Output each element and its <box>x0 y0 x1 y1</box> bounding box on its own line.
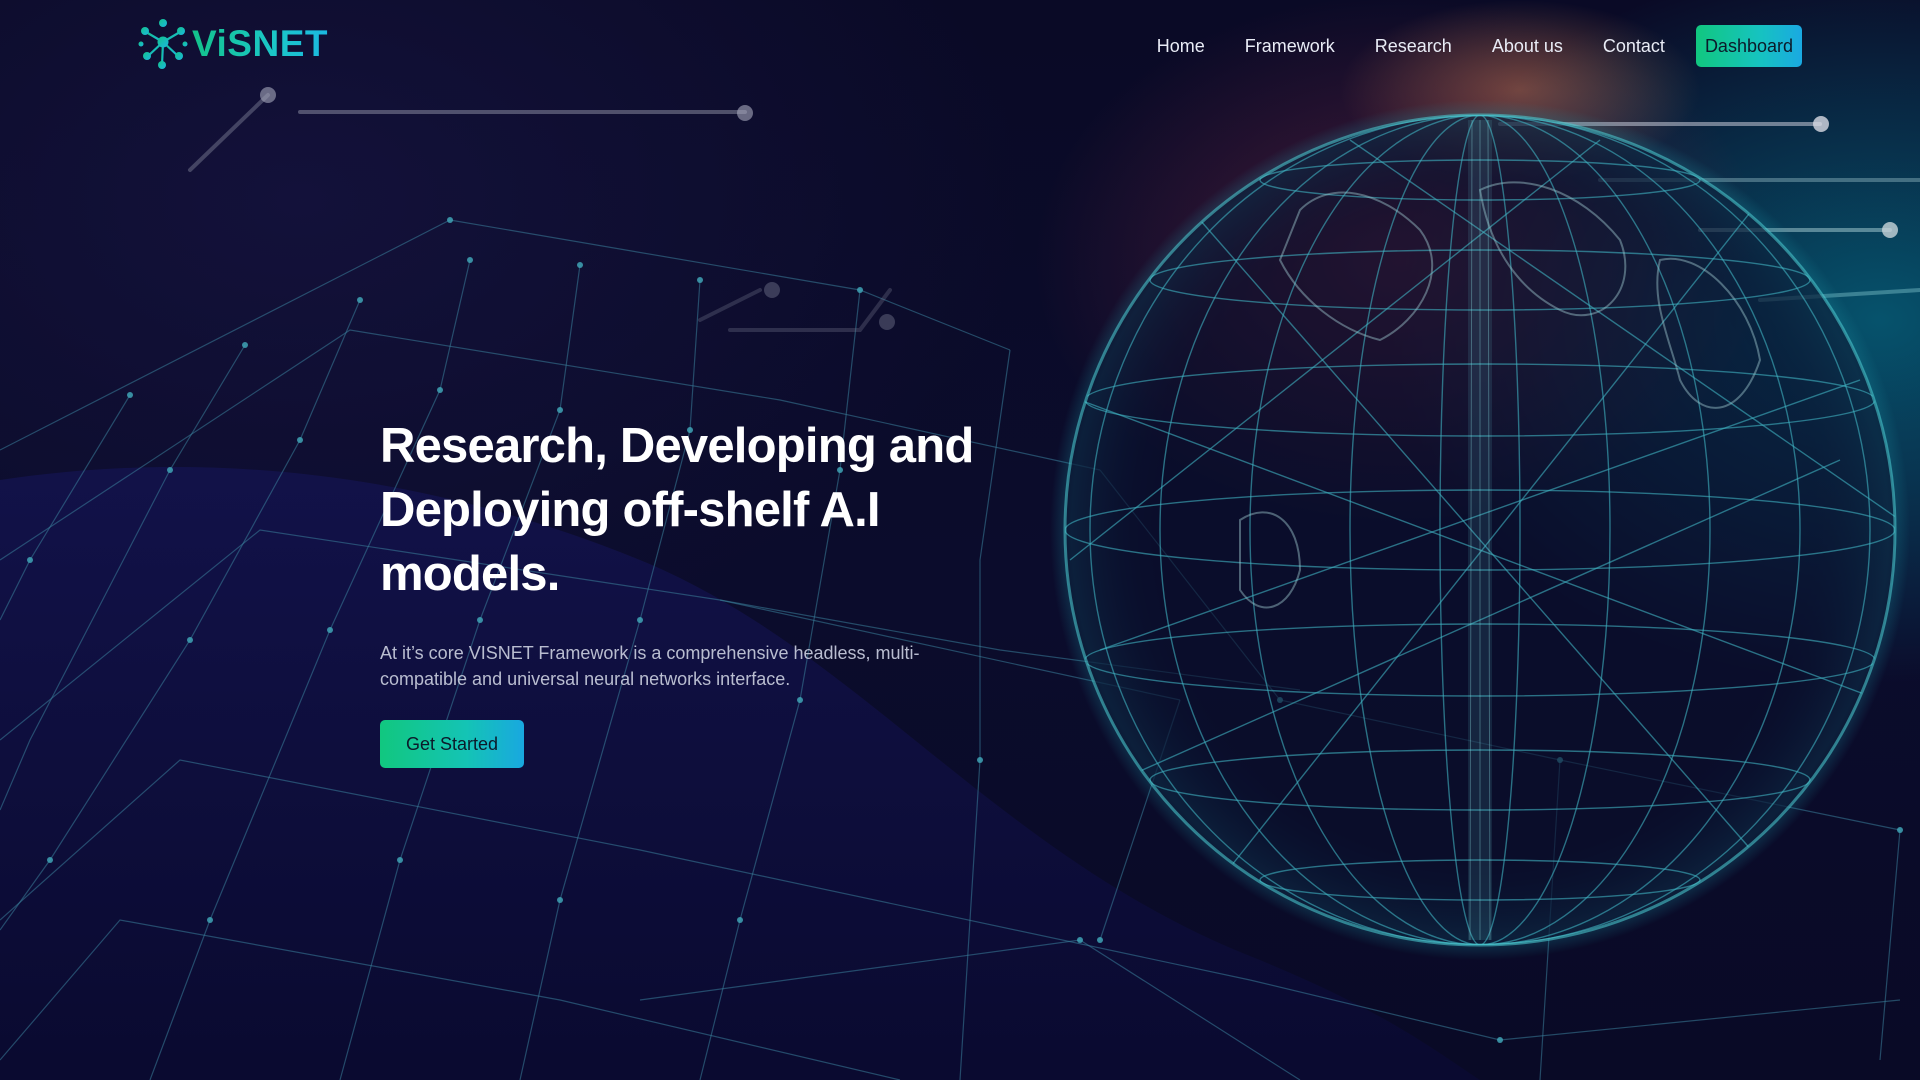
nav-link-contact[interactable]: Contact <box>1603 24 1665 68</box>
hero-title-line: Research, Developing and <box>380 419 974 473</box>
brand-logo[interactable]: ViSNET <box>138 18 328 70</box>
molecule-network-icon <box>138 19 188 69</box>
hero-title-line: models. <box>380 547 560 601</box>
landing-page: ViSNET Home Framework Research About us … <box>0 0 1920 1080</box>
hero-section: Research, Developing and Deploying off-s… <box>380 414 1020 768</box>
site-header: ViSNET Home Framework Research About us … <box>0 0 1920 92</box>
get-started-button[interactable]: Get Started <box>380 720 525 768</box>
hero-subtitle: At it’s core VISNET Framework is a compr… <box>380 643 920 689</box>
main-navigation: Home Framework Research About us Contact… <box>1157 24 1802 68</box>
hero-title: Research, Developing and Deploying off-s… <box>380 414 1020 606</box>
nav-link-about-us[interactable]: About us <box>1492 24 1563 68</box>
dashboard-button[interactable]: Dashboard <box>1695 25 1802 67</box>
nav-link-framework[interactable]: Framework <box>1245 24 1335 68</box>
hero-title-line: Deploying off-shelf A.I <box>380 483 881 537</box>
nav-link-home[interactable]: Home <box>1157 24 1205 68</box>
nav-link-research[interactable]: Research <box>1375 24 1452 68</box>
wireframe-globe <box>1050 100 1910 960</box>
brand-name: ViSNET <box>192 18 328 70</box>
